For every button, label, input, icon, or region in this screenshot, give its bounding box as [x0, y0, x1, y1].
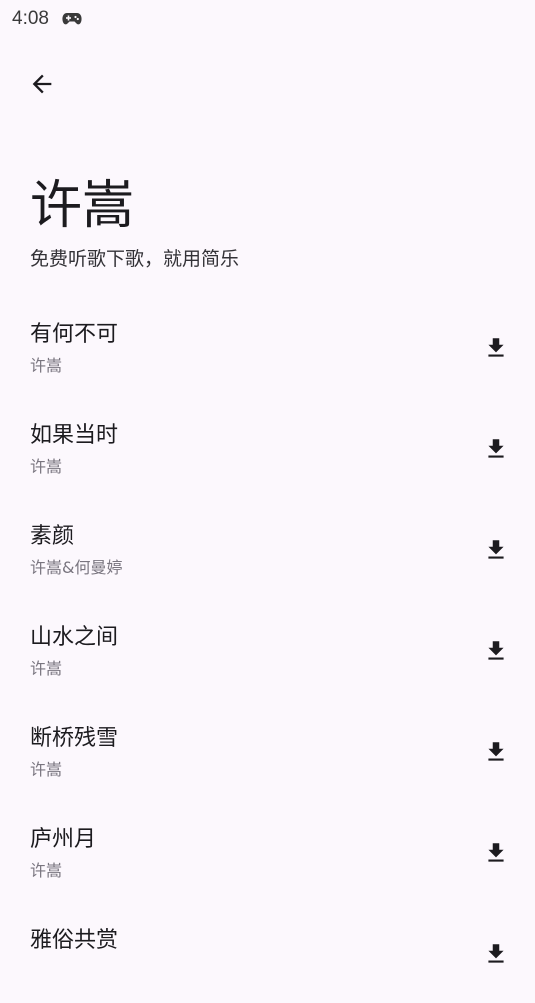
- download-button[interactable]: [474, 831, 518, 875]
- download-icon: [488, 338, 504, 357]
- arrow-left-icon: [32, 74, 52, 94]
- song-row[interactable]: 雅俗共赏: [0, 902, 535, 1003]
- download-button[interactable]: [474, 528, 518, 572]
- song-artist: 许嵩: [30, 457, 63, 476]
- back-button[interactable]: [20, 62, 64, 106]
- song-title: 断桥残雪: [30, 726, 119, 751]
- download-icon: [488, 439, 504, 458]
- song-row[interactable]: 素颜 许嵩&何曼婷: [0, 498, 535, 599]
- download-icon: [488, 944, 504, 963]
- download-icon: [488, 641, 504, 660]
- page-subtitle: 免费听歌下歌，就用简乐: [30, 248, 240, 270]
- song-title: 雅俗共赏: [30, 928, 119, 953]
- download-button[interactable]: [474, 730, 518, 774]
- download-button[interactable]: [474, 326, 518, 370]
- download-button[interactable]: [474, 427, 518, 471]
- download-button[interactable]: [474, 629, 518, 673]
- download-icon: [488, 540, 504, 559]
- song-artist: 许嵩: [30, 760, 63, 779]
- song-row[interactable]: 如果当时 许嵩: [0, 397, 535, 498]
- song-artist: 许嵩: [30, 659, 63, 678]
- song-title: 有何不可: [30, 322, 119, 347]
- download-button[interactable]: [474, 932, 518, 976]
- page-title: 许嵩: [30, 176, 135, 236]
- song-row[interactable]: 有何不可 许嵩: [0, 296, 535, 397]
- song-title: 庐州月: [30, 827, 97, 852]
- song-artist: 许嵩: [30, 356, 63, 375]
- download-icon: [488, 843, 504, 862]
- gamepad-icon: [62, 11, 82, 25]
- song-artist: 许嵩: [30, 861, 63, 880]
- song-row[interactable]: 庐州月 许嵩: [0, 801, 535, 902]
- song-title: 素颜: [30, 524, 75, 549]
- download-icon: [488, 742, 504, 761]
- song-row[interactable]: 山水之间 许嵩: [0, 599, 535, 700]
- status-time: 4:08: [12, 8, 49, 29]
- song-title: 如果当时: [30, 423, 119, 448]
- status-bar: 4:08: [0, 0, 535, 38]
- song-artist: 许嵩&何曼婷: [30, 558, 123, 577]
- song-row[interactable]: 断桥残雪 许嵩: [0, 700, 535, 801]
- song-list: 有何不可 许嵩 如果当时 许嵩 素颜 许嵩&何曼婷 山水之间 许嵩 断桥残雪 许…: [0, 296, 535, 1003]
- song-title: 山水之间: [30, 625, 119, 650]
